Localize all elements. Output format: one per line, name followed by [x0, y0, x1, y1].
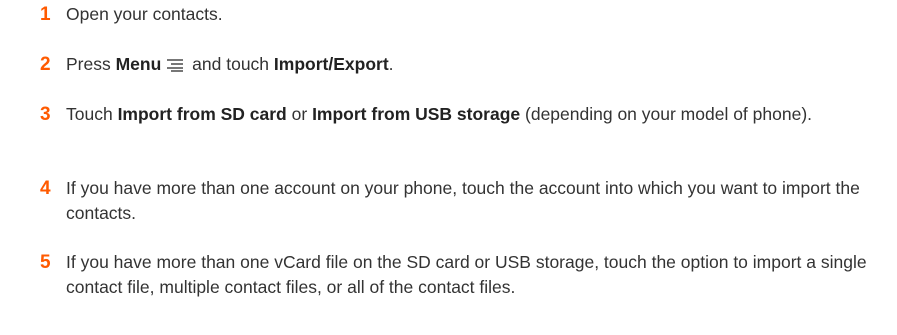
step-text: Touch Import from SD card or Import from… — [66, 102, 892, 127]
step-number: 4 — [40, 178, 51, 199]
import-from-sd-label: Import from SD card — [117, 104, 287, 124]
step-number: 2 — [40, 54, 51, 75]
import-export-label: Import/Export — [273, 54, 389, 74]
step-text: Press Menu and touch Import/Export. — [66, 52, 892, 77]
step-instruction: If you have more than one account on you… — [66, 178, 860, 223]
import-from-usb-label: Import from USB storage — [312, 104, 521, 124]
step-number: 5 — [40, 252, 51, 273]
step-number: 1 — [40, 4, 51, 25]
step-text: If you have more than one vCard file on … — [66, 250, 892, 300]
step-text-segment: Press — [66, 54, 116, 74]
step-instruction: If you have more than one vCard file on … — [66, 252, 867, 297]
step-text: If you have more than one account on you… — [66, 176, 892, 226]
step-text-segment: or — [286, 104, 313, 124]
menu-key-label: Menu — [115, 54, 162, 74]
step-text-segment: . — [388, 54, 394, 74]
step-text: Open your contacts. — [66, 2, 892, 27]
step-text-segment: and touch — [187, 54, 274, 74]
step-instruction: Open your contacts. — [66, 4, 223, 24]
step-text-segment: Touch — [66, 104, 118, 124]
step-number: 3 — [40, 104, 51, 125]
menu-icon — [167, 59, 184, 72]
step-text-segment: (depending on your model of phone). — [520, 104, 813, 124]
